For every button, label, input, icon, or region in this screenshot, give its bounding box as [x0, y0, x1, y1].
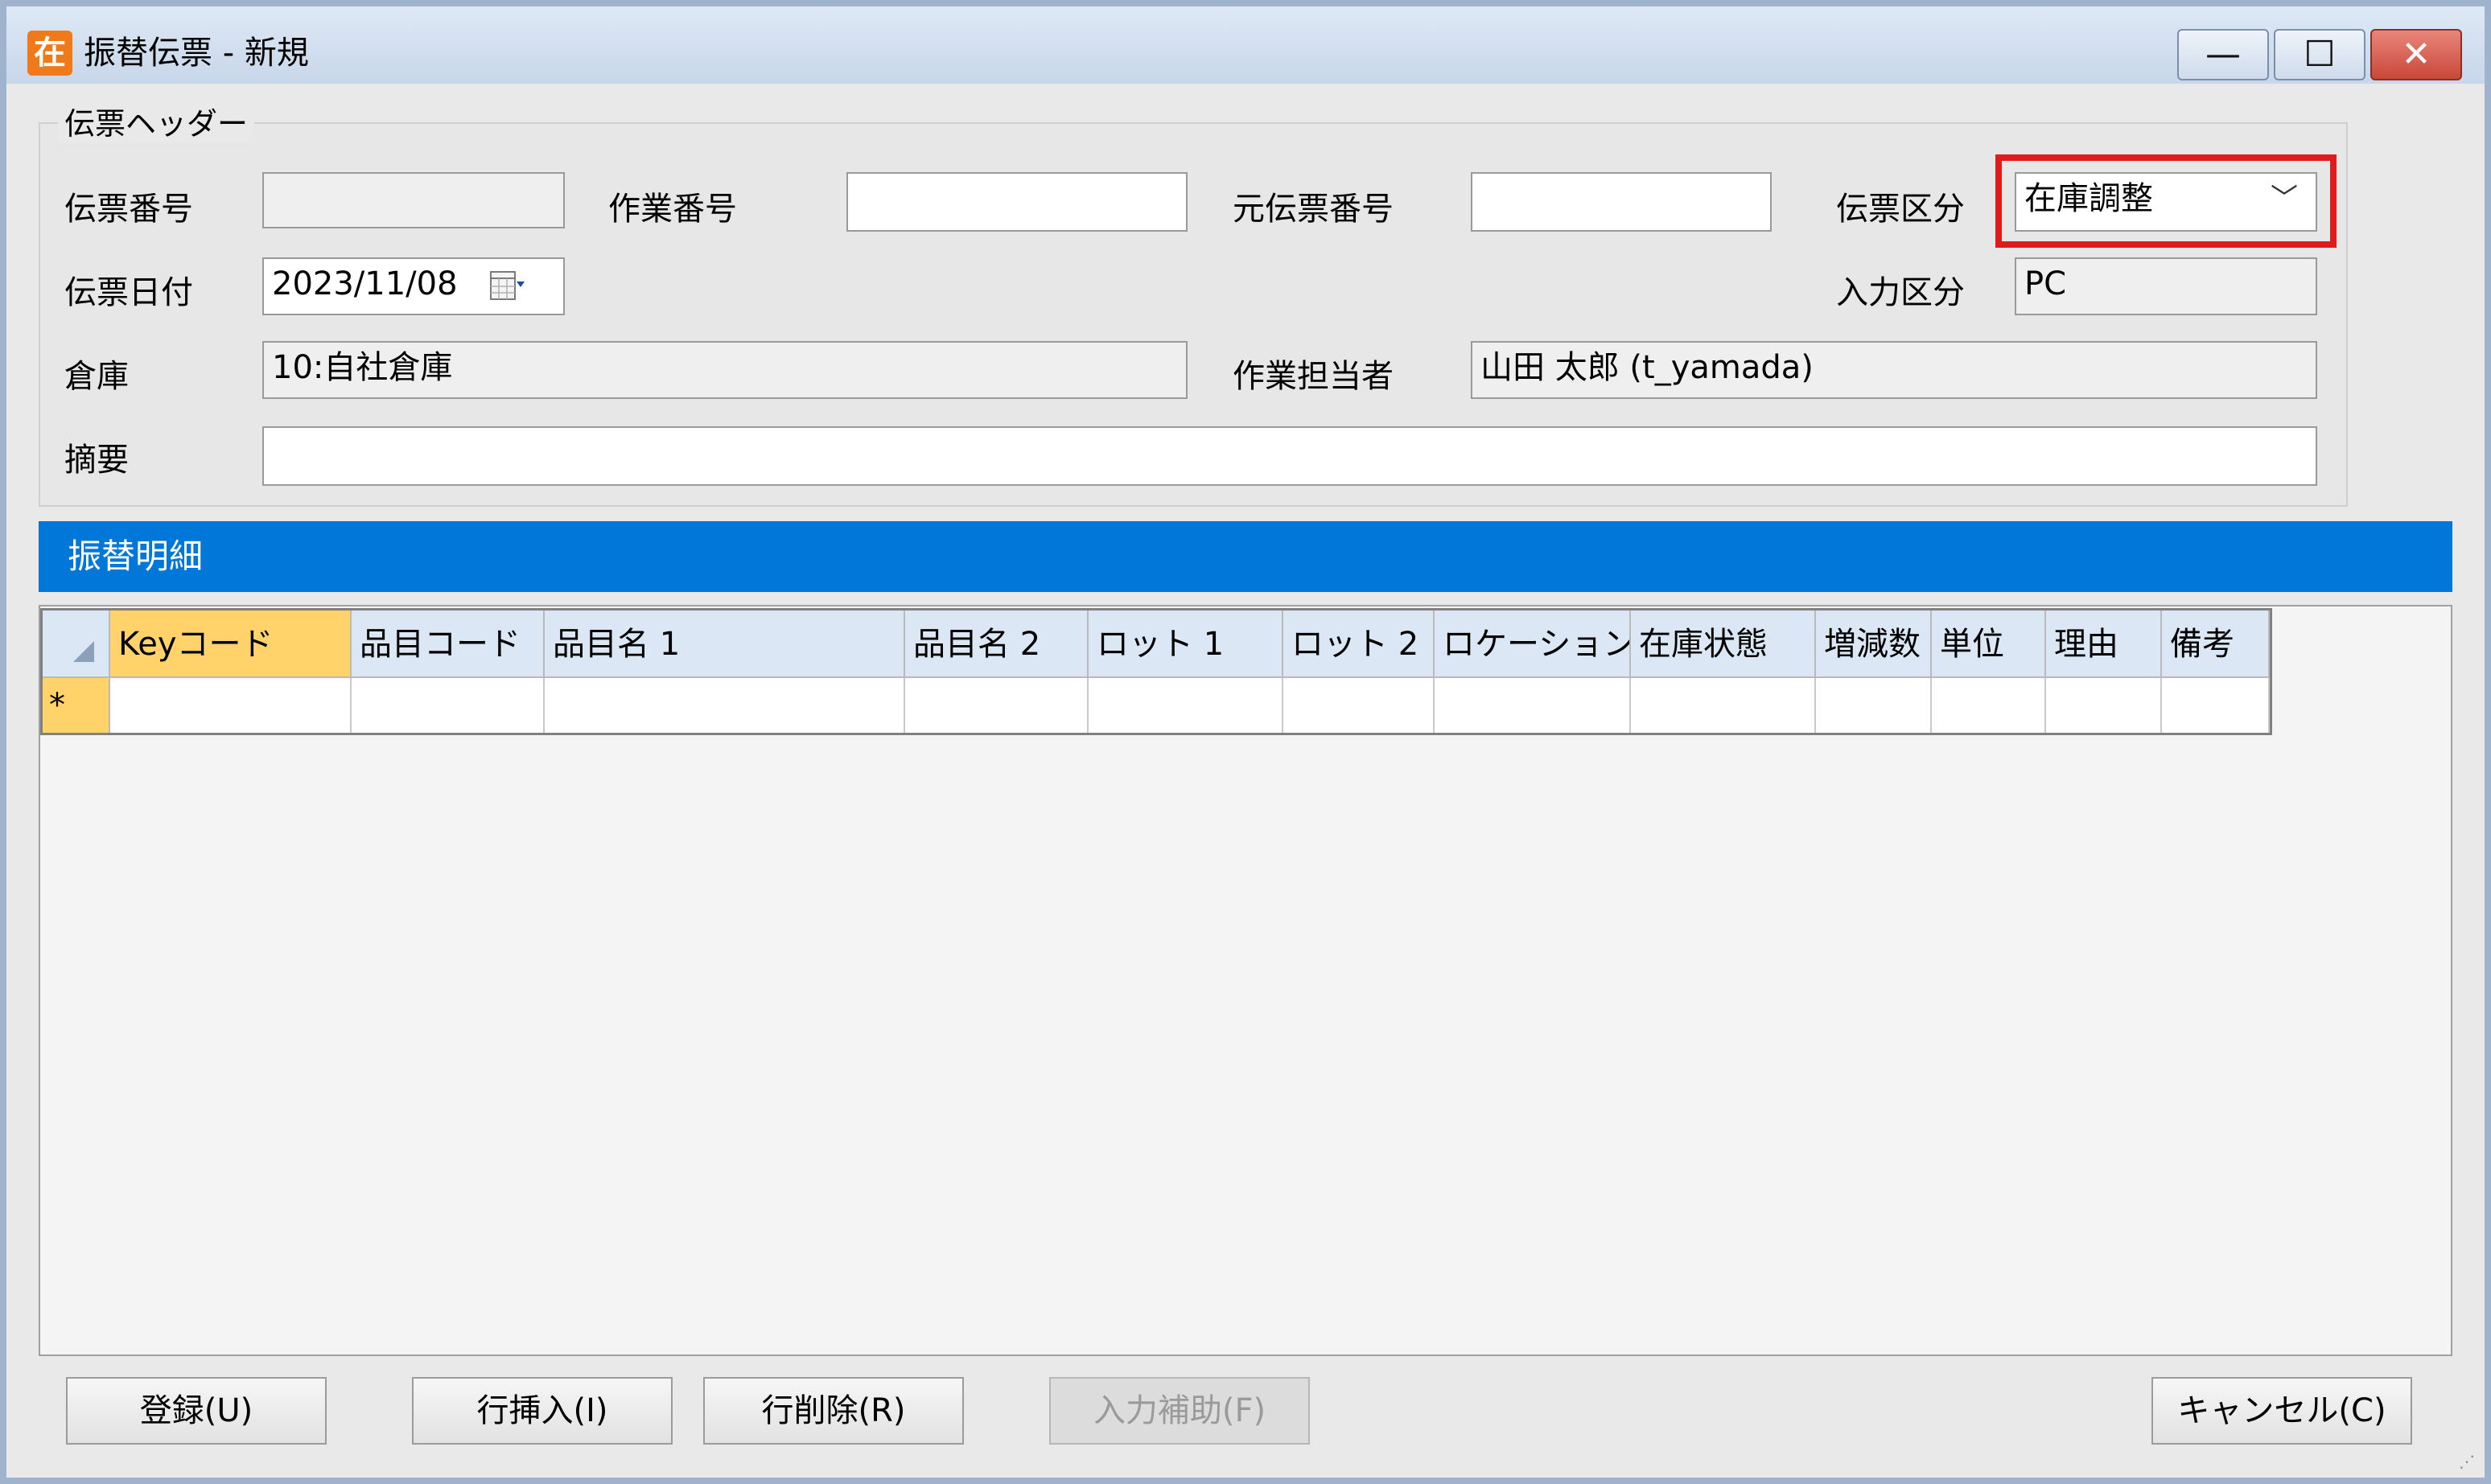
- worker-label: 作業担当者: [1233, 358, 1394, 395]
- new-row-cell[interactable]: [2046, 678, 2162, 733]
- window-title: 振替伝票 - 新規: [84, 35, 309, 72]
- column-header-unit[interactable]: 単位: [1932, 610, 2046, 678]
- resize-grip-icon[interactable]: ⋰: [2459, 1452, 2480, 1473]
- orig-slip-no-label: 元伝票番号: [1233, 191, 1394, 228]
- column-header-stock-status[interactable]: 在庫状態: [1631, 610, 1816, 678]
- maximize-button[interactable]: ☐: [2274, 29, 2365, 80]
- slip-type-highlight: [1995, 154, 2337, 248]
- work-no-field[interactable]: [846, 172, 1188, 232]
- close-button[interactable]: ✕: [2370, 29, 2462, 80]
- input-assist-button: 入力補助(F): [1049, 1377, 1310, 1445]
- new-row-cell[interactable]: [905, 678, 1089, 733]
- new-row-cell[interactable]: [1089, 678, 1283, 733]
- calendar-icon[interactable]: [489, 269, 525, 304]
- cancel-button[interactable]: キャンセル(C): [2151, 1377, 2412, 1445]
- column-header-lot-2[interactable]: ロット 2: [1283, 610, 1435, 678]
- warehouse-field[interactable]: 10:自社倉庫: [262, 341, 1188, 399]
- new-row-cell[interactable]: [110, 678, 352, 733]
- minimize-icon: —: [2205, 34, 2241, 75]
- register-button[interactable]: 登録(U): [66, 1377, 327, 1445]
- new-row-cell[interactable]: [2162, 678, 2270, 733]
- warehouse-label: 倉庫: [64, 358, 129, 395]
- column-header-item-name-1[interactable]: 品目名 1: [545, 610, 905, 678]
- delete-row-button[interactable]: 行削除(R): [703, 1377, 964, 1445]
- input-type-label: 入力区分: [1836, 274, 1965, 311]
- new-row-cell[interactable]: [352, 678, 545, 733]
- column-header-lot-1[interactable]: ロット 1: [1089, 610, 1283, 678]
- column-header-location[interactable]: ロケーション: [1435, 610, 1631, 678]
- close-icon: ✕: [2401, 34, 2431, 75]
- detail-grid[interactable]: Keyコード 品目コード 品目名 1 品目名 2 ロット 1 ロット 2 ロケー…: [40, 608, 2272, 735]
- new-row-cell[interactable]: [1283, 678, 1435, 733]
- new-row-cell[interactable]: [1631, 678, 1816, 733]
- column-header-reason[interactable]: 理由: [2046, 610, 2162, 678]
- new-row-cell[interactable]: [545, 678, 905, 733]
- slip-date-value: 2023/11/08: [272, 265, 458, 302]
- new-row-cell[interactable]: [1932, 678, 2046, 733]
- column-header-key-code[interactable]: Keyコード: [110, 610, 352, 678]
- title-bar[interactable]: [6, 6, 2485, 84]
- summary-label: 摘要: [64, 442, 129, 479]
- column-header-remarks[interactable]: 備考: [2162, 610, 2270, 678]
- column-header-qty-change[interactable]: 増減数: [1816, 610, 1932, 678]
- minimize-button[interactable]: —: [2177, 29, 2269, 80]
- slip-type-label: 伝票区分: [1836, 191, 1965, 228]
- detail-section-title: 振替明細: [39, 521, 2452, 592]
- summary-field[interactable]: [262, 426, 2317, 486]
- new-row-cell[interactable]: [1816, 678, 1932, 733]
- work-no-label: 作業番号: [608, 191, 737, 228]
- slip-date-label: 伝票日付: [64, 274, 193, 311]
- slip-no-label: 伝票番号: [64, 191, 193, 228]
- maximize-icon: ☐: [2304, 34, 2336, 75]
- slip-no-field[interactable]: [262, 172, 565, 228]
- column-header-item-code[interactable]: 品目コード: [352, 610, 545, 678]
- worker-field[interactable]: 山田 太郎 (t_yamada): [1471, 341, 2317, 399]
- input-type-field[interactable]: PC: [2015, 257, 2317, 315]
- orig-slip-no-field[interactable]: [1471, 172, 1772, 232]
- new-row-cell[interactable]: [1435, 678, 1631, 733]
- grid-select-all[interactable]: [43, 610, 110, 678]
- new-row-marker[interactable]: *: [43, 678, 110, 733]
- app-icon: 在: [27, 31, 72, 76]
- column-header-item-name-2[interactable]: 品目名 2: [905, 610, 1089, 678]
- insert-row-button[interactable]: 行挿入(I): [412, 1377, 673, 1445]
- header-group-title: 伝票ヘッダー: [58, 105, 255, 143]
